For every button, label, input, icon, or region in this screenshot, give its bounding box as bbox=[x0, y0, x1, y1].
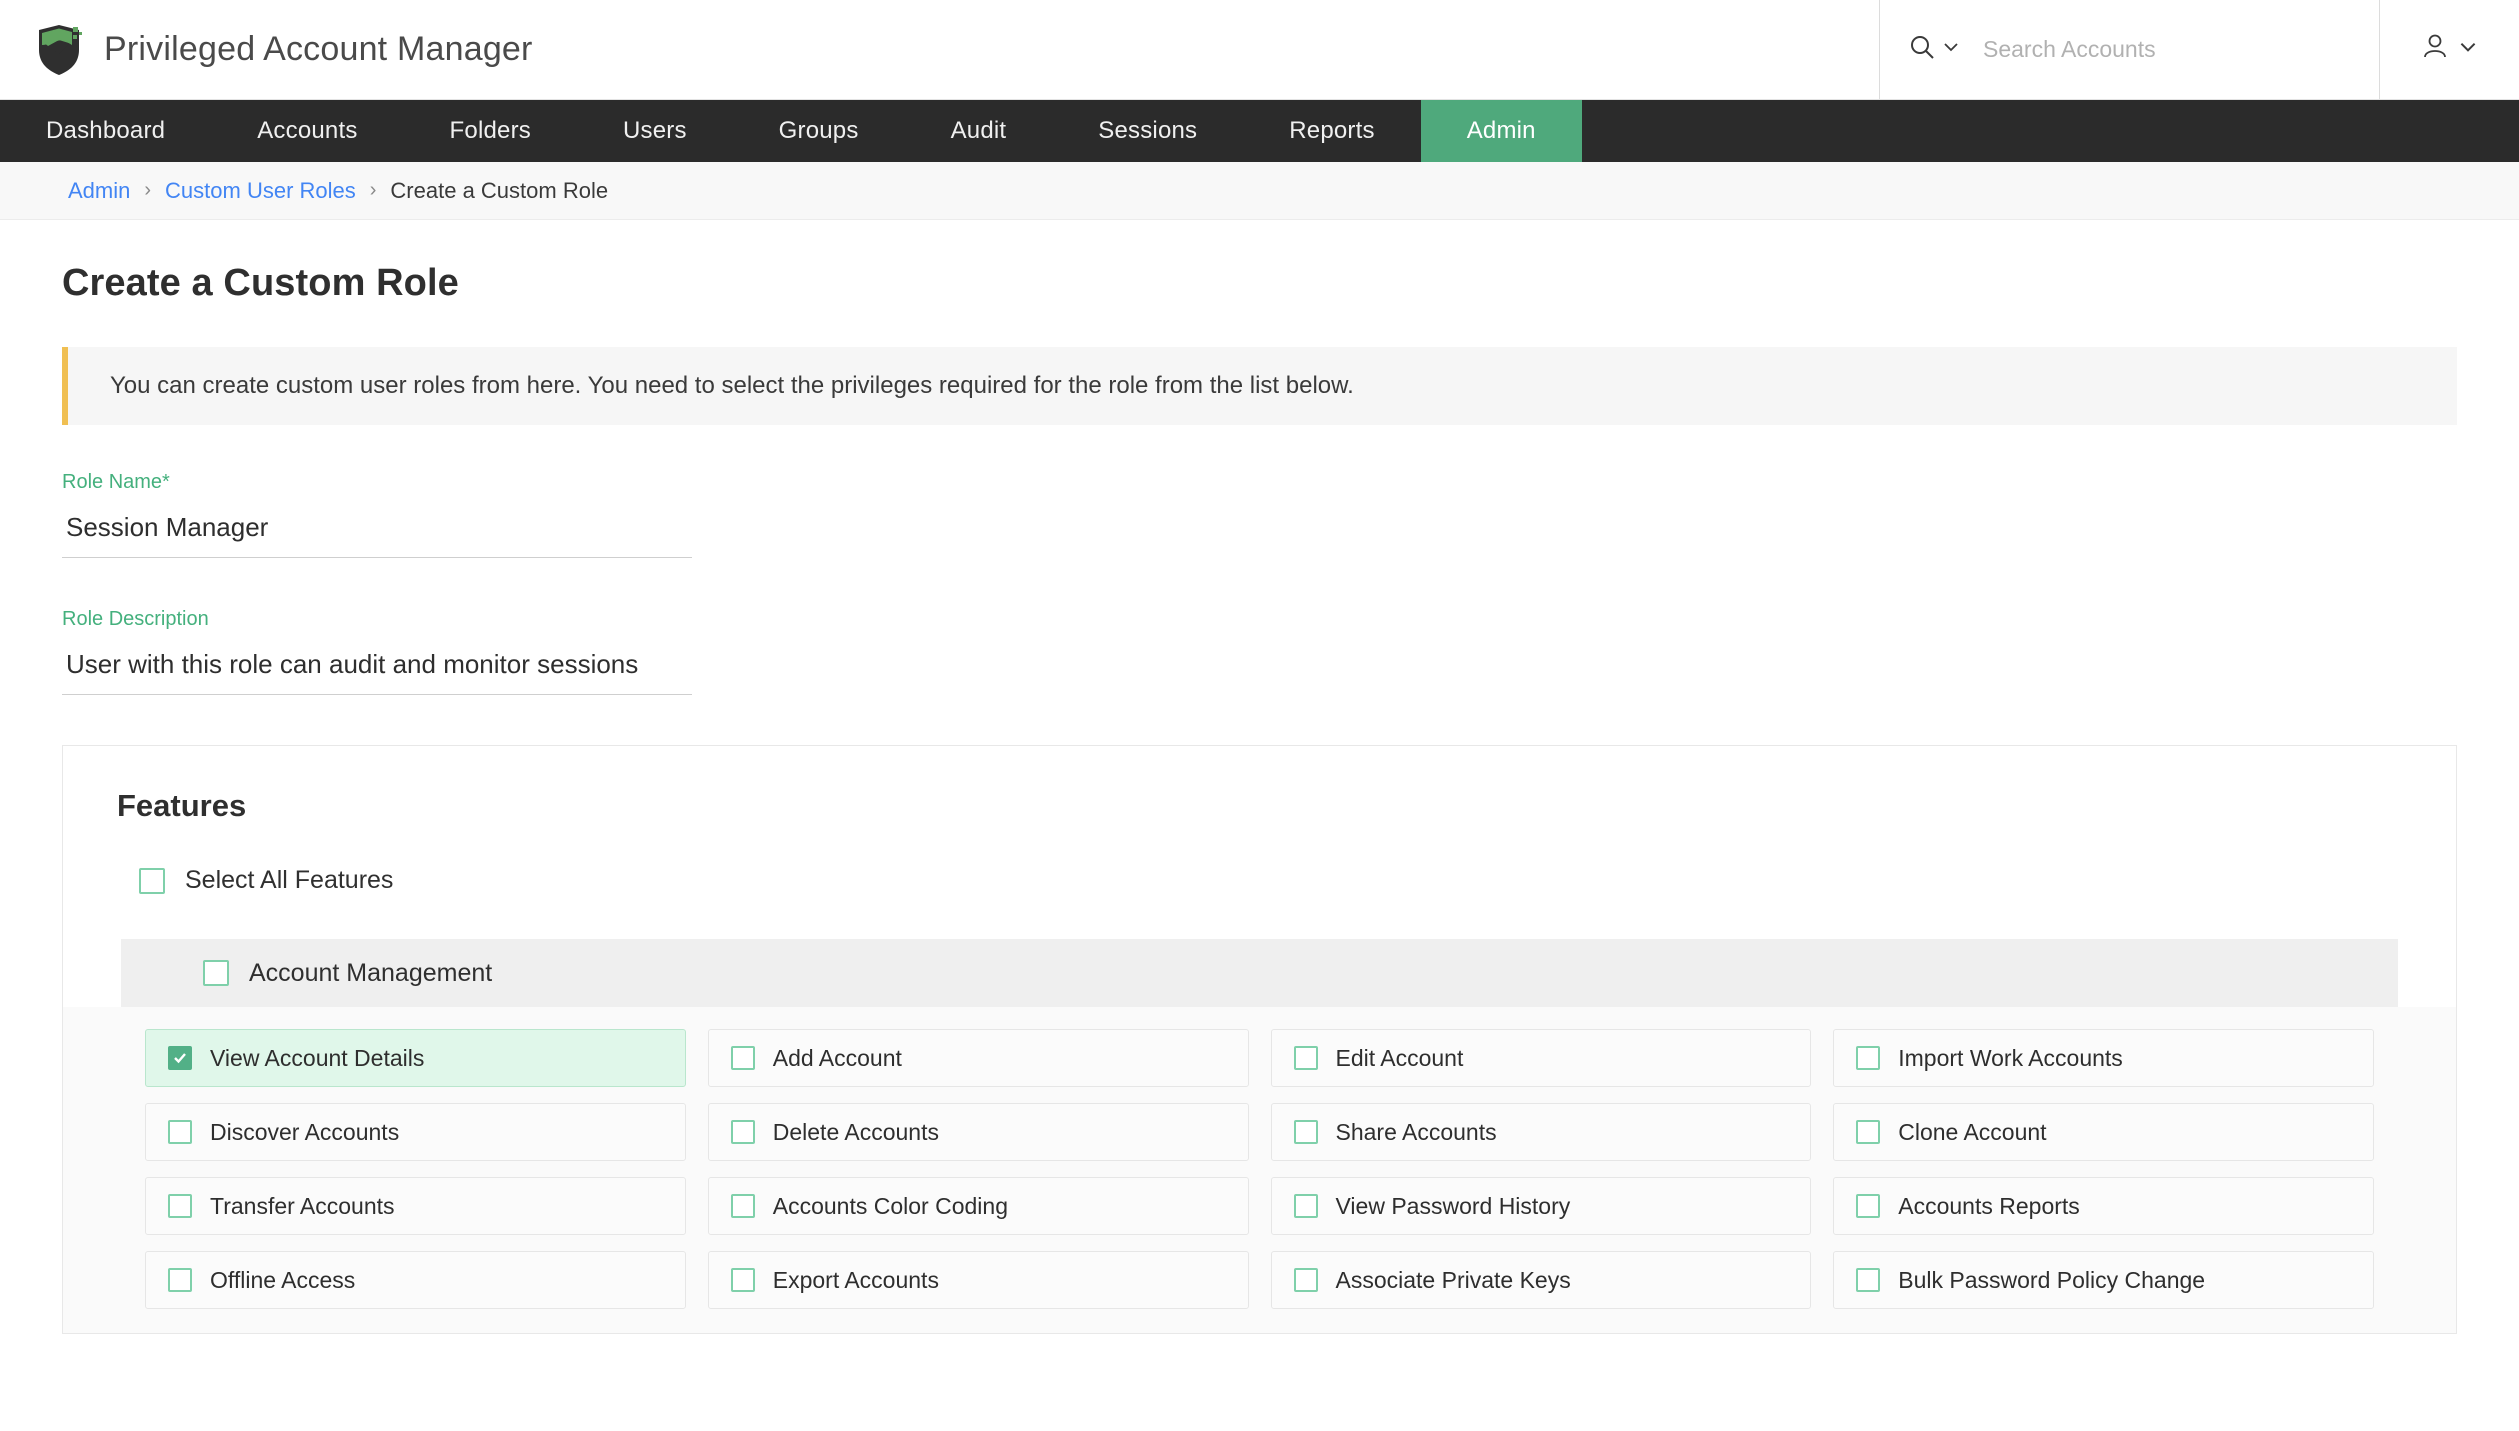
feature-checkbox[interactable] bbox=[168, 1268, 192, 1292]
feature-checkbox[interactable] bbox=[730, 1120, 755, 1144]
chevron-down-icon bbox=[1941, 37, 1961, 62]
feature-label: Edit Account bbox=[1335, 1044, 1464, 1071]
select-all-features-label: Select All Features bbox=[185, 866, 394, 894]
breadcrumb: Admin › Custom User Roles › Create a Cus… bbox=[0, 162, 2519, 220]
nav-item-audit[interactable]: Audit bbox=[905, 100, 1053, 162]
feature-checkbox[interactable] bbox=[730, 1046, 755, 1070]
role-name-label: Role Name* bbox=[62, 471, 170, 493]
feature-checkbox[interactable] bbox=[1856, 1194, 1881, 1218]
feature-cell-add-account[interactable]: Add Account bbox=[707, 1029, 1249, 1087]
feature-label: View Account Details bbox=[210, 1044, 425, 1071]
role-description-field-group: Role Description bbox=[62, 608, 692, 695]
breadcrumb-separator-icon: › bbox=[144, 179, 152, 201]
feature-cell-import-work-accounts[interactable]: Import Work Accounts bbox=[1833, 1029, 2374, 1087]
feature-checkbox[interactable] bbox=[730, 1268, 755, 1292]
feature-checkbox[interactable] bbox=[1856, 1268, 1881, 1292]
feature-group-header-account-management[interactable]: Account Management bbox=[121, 939, 2398, 1007]
brand: Privileged Account Manager bbox=[0, 0, 533, 99]
user-icon bbox=[2420, 32, 2450, 67]
feature-checkbox[interactable] bbox=[168, 1120, 192, 1144]
feature-checkbox[interactable] bbox=[730, 1194, 755, 1218]
breadcrumb-separator-icon: › bbox=[369, 179, 377, 201]
feature-label: View Password History bbox=[1335, 1192, 1571, 1219]
feature-cell-view-password-history[interactable]: View Password History bbox=[1270, 1177, 1812, 1235]
search-bar bbox=[1879, 0, 2379, 99]
role-name-field-group: Role Name* bbox=[62, 471, 692, 558]
role-description-label: Role Description bbox=[62, 608, 209, 630]
role-description-input[interactable] bbox=[62, 645, 692, 695]
feature-cell-view-account-details[interactable]: View Account Details bbox=[145, 1029, 686, 1087]
info-banner-text: You can create custom user roles from he… bbox=[110, 372, 1354, 399]
feature-cell-accounts-reports[interactable]: Accounts Reports bbox=[1833, 1177, 2374, 1235]
features-panel: Features Select All Features Account Man… bbox=[62, 745, 2457, 1334]
breadcrumb-item-current: Create a Custom Role bbox=[390, 177, 609, 203]
feature-grid-wrapper: View Account Details Add Account Edit Ac… bbox=[63, 1007, 2456, 1333]
feature-label: Import Work Accounts bbox=[1898, 1044, 2123, 1071]
search-icon bbox=[1908, 33, 1936, 66]
select-all-features-checkbox[interactable] bbox=[139, 867, 165, 894]
chevron-down-icon bbox=[2457, 36, 2479, 63]
app-title: Privileged Account Manager bbox=[104, 30, 533, 68]
feature-group-label: Account Management bbox=[249, 958, 493, 987]
nav-item-groups[interactable]: Groups bbox=[733, 100, 905, 162]
feature-checkbox[interactable] bbox=[168, 1194, 192, 1218]
feature-cell-share-accounts[interactable]: Share Accounts bbox=[1270, 1103, 1812, 1161]
feature-cell-delete-accounts[interactable]: Delete Accounts bbox=[707, 1103, 1249, 1161]
feature-group-checkbox[interactable] bbox=[203, 960, 229, 986]
feature-label: Bulk Password Policy Change bbox=[1898, 1266, 2206, 1293]
feature-cell-discover-accounts[interactable]: Discover Accounts bbox=[145, 1103, 686, 1161]
feature-checkbox[interactable] bbox=[1856, 1046, 1881, 1070]
search-input[interactable] bbox=[1983, 36, 2313, 63]
feature-cell-accounts-color-coding[interactable]: Accounts Color Coding bbox=[707, 1177, 1249, 1235]
feature-label: Offline Access bbox=[210, 1266, 356, 1293]
feature-label: Add Account bbox=[772, 1044, 902, 1071]
info-banner: You can create custom user roles from he… bbox=[62, 347, 2457, 425]
features-heading: Features bbox=[117, 788, 247, 823]
feature-cell-offline-access[interactable]: Offline Access bbox=[145, 1251, 686, 1309]
feature-label: Clone Account bbox=[1898, 1118, 2047, 1145]
breadcrumb-item-custom-user-roles[interactable]: Custom User Roles bbox=[165, 178, 356, 204]
feature-label: Discover Accounts bbox=[210, 1118, 400, 1145]
nav-item-dashboard[interactable]: Dashboard bbox=[0, 100, 211, 162]
feature-checkbox[interactable] bbox=[1293, 1120, 1318, 1144]
feature-checkbox[interactable] bbox=[1856, 1120, 1881, 1144]
feature-checkbox[interactable] bbox=[168, 1046, 192, 1070]
feature-checkbox[interactable] bbox=[1293, 1194, 1318, 1218]
header-spacer bbox=[533, 0, 1879, 99]
nav-item-reports[interactable]: Reports bbox=[1243, 100, 1420, 162]
feature-grid: View Account Details Add Account Edit Ac… bbox=[121, 1029, 2398, 1333]
main-navigation: Dashboard Accounts Folders Users Groups … bbox=[0, 100, 2519, 162]
app-header: Privileged Account Manager bbox=[0, 0, 2519, 100]
feature-cell-export-accounts[interactable]: Export Accounts bbox=[707, 1251, 1249, 1309]
nav-item-accounts[interactable]: Accounts bbox=[211, 100, 403, 162]
feature-label: Accounts Reports bbox=[1898, 1192, 2080, 1219]
feature-label: Delete Accounts bbox=[772, 1118, 939, 1145]
feature-label: Export Accounts bbox=[772, 1266, 939, 1293]
feature-label: Transfer Accounts bbox=[210, 1192, 395, 1219]
feature-checkbox[interactable] bbox=[1293, 1268, 1318, 1292]
role-name-input[interactable] bbox=[62, 508, 692, 558]
nav-item-admin[interactable]: Admin bbox=[1420, 100, 1582, 162]
search-scope-selector[interactable] bbox=[1908, 33, 1961, 66]
nav-item-sessions[interactable]: Sessions bbox=[1052, 100, 1243, 162]
select-all-features-row[interactable]: Select All Features bbox=[63, 866, 2456, 895]
page-title: Create a Custom Role bbox=[62, 262, 459, 304]
feature-label: Associate Private Keys bbox=[1335, 1266, 1571, 1293]
shield-logo-icon bbox=[36, 24, 82, 76]
nav-item-users[interactable]: Users bbox=[577, 100, 733, 162]
user-menu[interactable] bbox=[2379, 0, 2519, 99]
feature-cell-bulk-password-policy-change[interactable]: Bulk Password Policy Change bbox=[1833, 1251, 2374, 1309]
feature-cell-edit-account[interactable]: Edit Account bbox=[1270, 1029, 1812, 1087]
nav-item-folders[interactable]: Folders bbox=[404, 100, 577, 162]
feature-cell-transfer-accounts[interactable]: Transfer Accounts bbox=[145, 1177, 686, 1235]
main-content: Create a Custom Role You can create cust… bbox=[0, 262, 2519, 1334]
feature-cell-associate-private-keys[interactable]: Associate Private Keys bbox=[1270, 1251, 1812, 1309]
feature-label: Share Accounts bbox=[1335, 1118, 1497, 1145]
feature-cell-clone-account[interactable]: Clone Account bbox=[1833, 1103, 2374, 1161]
feature-checkbox[interactable] bbox=[1293, 1046, 1318, 1070]
feature-label: Accounts Color Coding bbox=[772, 1192, 1008, 1219]
breadcrumb-item-admin[interactable]: Admin bbox=[68, 178, 130, 204]
